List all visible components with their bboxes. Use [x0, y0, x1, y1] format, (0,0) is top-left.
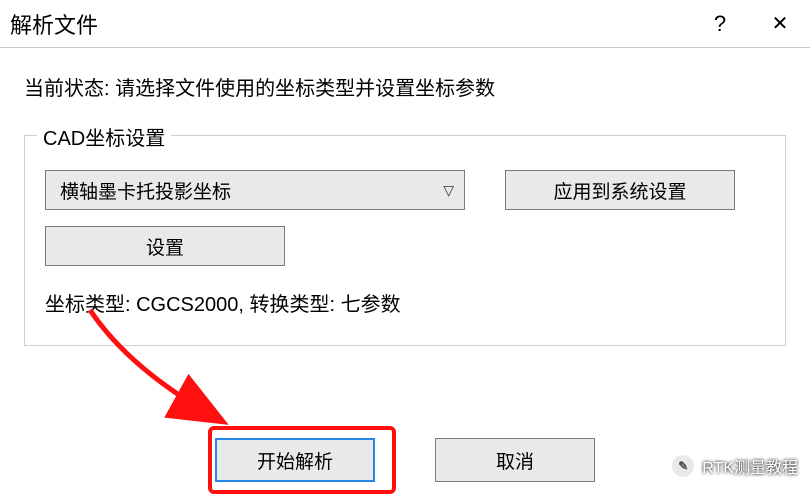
help-button[interactable]: ? [690, 0, 750, 48]
cancel-button[interactable]: 取消 [435, 438, 595, 482]
content-area: 当前状态: 请选择文件使用的坐标类型并设置坐标参数 CAD坐标设置 横轴墨卡托投… [0, 48, 810, 346]
chevron-down-icon: ▽ [443, 182, 454, 199]
status-text: 请选择文件使用的坐标类型并设置坐标参数 [115, 78, 495, 100]
dialog-title: 解析文件 [10, 8, 690, 40]
coord-details: 坐标类型: CGCS2000, 转换类型: 七参数 [45, 288, 765, 317]
projection-combo-value: 横轴墨卡托投影坐标 [60, 177, 443, 204]
start-label: 开始解析 [257, 447, 333, 474]
titlebar: 解析文件 ? ✕ [0, 0, 810, 48]
setup-label: 设置 [146, 233, 184, 260]
projection-combo[interactable]: 横轴墨卡托投影坐标 ▽ [45, 170, 465, 210]
apply-to-system-button[interactable]: 应用到系统设置 [505, 170, 735, 210]
group-row-1: 横轴墨卡托投影坐标 ▽ 应用到系统设置 [45, 170, 765, 210]
cad-coord-groupbox: CAD坐标设置 横轴墨卡托投影坐标 ▽ 应用到系统设置 设置 坐标类型: CGC… [24, 135, 786, 346]
cancel-label: 取消 [496, 447, 534, 474]
status-line: 当前状态: 请选择文件使用的坐标类型并设置坐标参数 [24, 72, 786, 101]
dialog-button-row: 开始解析 取消 [0, 438, 810, 482]
apply-label: 应用到系统设置 [553, 177, 686, 204]
start-parse-button[interactable]: 开始解析 [215, 438, 375, 482]
status-label: 当前状态: [24, 78, 110, 100]
setup-button[interactable]: 设置 [45, 226, 285, 266]
groupbox-title: CAD坐标设置 [37, 122, 171, 151]
close-button[interactable]: ✕ [750, 0, 810, 48]
